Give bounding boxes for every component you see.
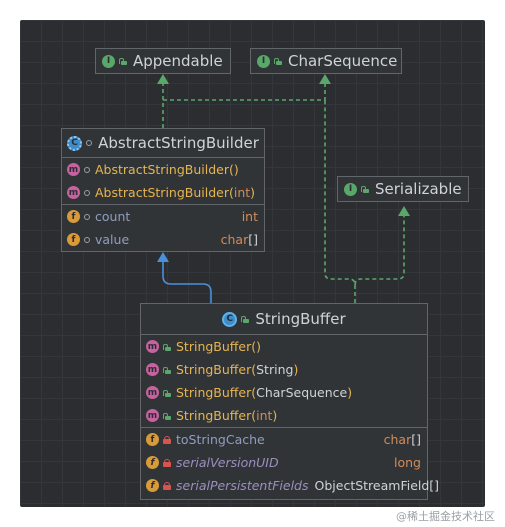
field-type: char[] bbox=[220, 232, 258, 247]
watermark-text: @稀土掘金技术社区 bbox=[396, 510, 495, 523]
charsequence-interface[interactable]: I CharSequence bbox=[250, 48, 402, 74]
interface-name: Appendable bbox=[133, 52, 223, 70]
interface-name: CharSequence bbox=[288, 52, 398, 70]
method-name: StringBuffer(int) bbox=[176, 408, 278, 423]
method-name: AbstractStringBuilder() bbox=[95, 162, 239, 177]
method-icon: m bbox=[146, 363, 159, 376]
field-name: serialVersionUID bbox=[176, 455, 279, 470]
private-lock-icon bbox=[163, 481, 171, 490]
method-icon: m bbox=[146, 340, 159, 353]
class-icon: C bbox=[222, 311, 238, 327]
interface-icon: I bbox=[102, 54, 115, 68]
field-name: toStringCache bbox=[176, 432, 265, 447]
package-private-icon bbox=[84, 213, 90, 220]
abstract-string-builder-class[interactable]: C AbstractStringBuilder m AbstractString… bbox=[61, 128, 265, 252]
package-private-icon bbox=[84, 166, 90, 173]
class-name: AbstractStringBuilder bbox=[98, 134, 259, 152]
field-row[interactable]: f serialVersionUID long bbox=[141, 451, 427, 474]
interface-name: Serializable bbox=[375, 180, 462, 198]
class-header: C StringBuffer bbox=[141, 304, 427, 335]
public-icon bbox=[163, 412, 171, 420]
method-name: StringBuffer(CharSequence) bbox=[176, 385, 353, 400]
method-row[interactable]: m AbstractStringBuilder(int) bbox=[62, 181, 264, 204]
interface-icon: I bbox=[257, 54, 270, 68]
method-row[interactable]: m StringBuffer(int) bbox=[141, 404, 427, 427]
class-name: StringBuffer bbox=[255, 310, 346, 328]
method-name: StringBuffer() bbox=[176, 339, 261, 354]
static-field-icon: f bbox=[146, 479, 159, 492]
field-type: int bbox=[241, 209, 258, 224]
public-icon bbox=[241, 315, 250, 323]
method-row[interactable]: m StringBuffer(CharSequence) bbox=[141, 381, 427, 404]
class-header: C AbstractStringBuilder bbox=[62, 129, 264, 158]
package-private-icon bbox=[84, 236, 90, 243]
public-icon bbox=[163, 366, 171, 374]
abstract-class-icon: C bbox=[67, 135, 83, 151]
package-private-icon bbox=[86, 140, 93, 146]
public-icon bbox=[274, 57, 282, 65]
field-row[interactable]: f toStringCache char[] bbox=[141, 427, 427, 451]
field-row[interactable]: f count int bbox=[62, 204, 264, 228]
public-icon bbox=[119, 57, 127, 65]
private-lock-icon bbox=[163, 458, 171, 467]
field-type: char[] bbox=[383, 432, 421, 447]
public-icon bbox=[361, 185, 369, 193]
field-row[interactable]: f value char[] bbox=[62, 228, 264, 251]
method-name: StringBuffer(String) bbox=[176, 362, 299, 377]
method-row[interactable]: m StringBuffer() bbox=[141, 335, 427, 358]
field-icon: f bbox=[67, 233, 80, 246]
method-icon: m bbox=[146, 386, 159, 399]
method-row[interactable]: m AbstractStringBuilder() bbox=[62, 158, 264, 181]
interface-icon: I bbox=[344, 182, 357, 196]
public-icon bbox=[163, 343, 171, 351]
method-icon: m bbox=[67, 163, 80, 176]
serializable-interface[interactable]: I Serializable bbox=[337, 176, 469, 202]
field-type: ObjectStreamField[] bbox=[314, 478, 440, 493]
field-type: long bbox=[394, 455, 421, 470]
method-icon: m bbox=[146, 409, 159, 422]
static-field-icon: f bbox=[146, 456, 159, 469]
field-name: serialPersistentFields bbox=[176, 478, 309, 493]
method-icon: m bbox=[67, 186, 80, 199]
method-row[interactable]: m StringBuffer(String) bbox=[141, 358, 427, 381]
field-name: value bbox=[95, 232, 130, 247]
field-icon: f bbox=[67, 210, 80, 223]
field-name: count bbox=[95, 209, 131, 224]
public-icon bbox=[163, 389, 171, 397]
field-icon: f bbox=[146, 433, 159, 446]
package-private-icon bbox=[84, 189, 90, 196]
method-name: AbstractStringBuilder(int) bbox=[95, 185, 256, 200]
appendable-interface[interactable]: I Appendable bbox=[95, 48, 231, 74]
string-buffer-class[interactable]: C StringBuffer m StringBuffer() m String… bbox=[140, 303, 439, 500]
private-lock-icon bbox=[163, 435, 171, 444]
field-row[interactable]: f serialPersistentFields ObjectStreamFie… bbox=[141, 474, 439, 497]
